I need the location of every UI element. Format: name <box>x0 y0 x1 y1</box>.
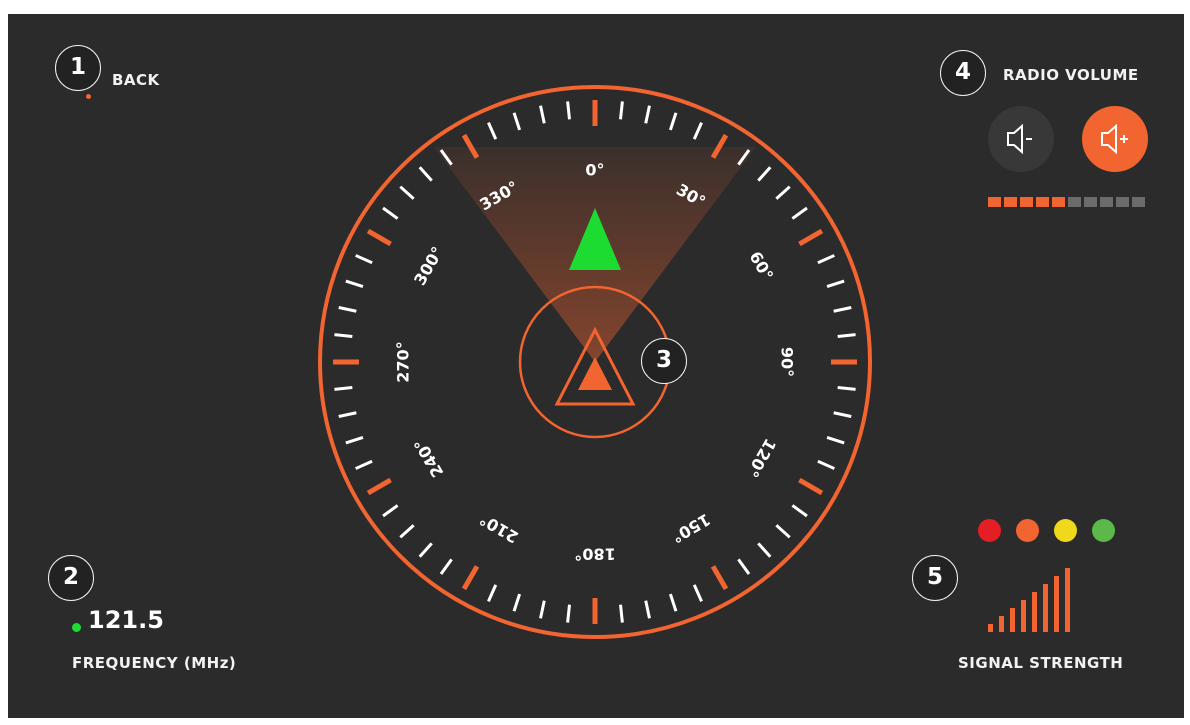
compass-major-tick <box>461 565 480 591</box>
badge-4: 4 <box>940 50 986 96</box>
compass-minor-tick <box>345 435 364 445</box>
compass-major-tick <box>798 228 824 247</box>
compass-minor-tick <box>345 279 364 289</box>
heading-label: 120° <box>743 435 780 480</box>
signal-led <box>1092 519 1115 542</box>
signal-bar <box>1043 584 1048 632</box>
compass-minor-tick <box>817 459 835 470</box>
compass-minor-tick <box>791 504 808 518</box>
volume-down-button[interactable] <box>988 106 1054 172</box>
compass-minor-tick <box>644 105 651 124</box>
signal-bar <box>1054 576 1059 632</box>
compass-minor-tick <box>668 112 678 131</box>
signal-led <box>1016 519 1039 542</box>
volume-segment <box>1084 197 1097 207</box>
signal-strength-label: SIGNAL STRENGTH <box>958 654 1124 672</box>
heading-label: 90° <box>778 347 797 377</box>
compass-minor-tick <box>487 584 498 602</box>
compass-minor-tick <box>668 593 678 612</box>
compass-minor-tick <box>338 411 357 418</box>
compass-minor-tick <box>418 166 433 182</box>
speaker-plus-icon <box>1101 123 1128 155</box>
compass-minor-tick <box>539 600 546 619</box>
badge-3: 3 <box>641 338 687 384</box>
compass-minor-tick <box>692 584 703 602</box>
signal-led <box>1054 519 1077 542</box>
compass-minor-tick <box>355 459 373 470</box>
volume-up-button[interactable] <box>1082 106 1148 172</box>
compass-minor-tick <box>692 122 703 140</box>
heading-label: 300° <box>410 243 447 288</box>
compass-minor-tick <box>382 504 399 518</box>
compass-major-tick <box>366 228 392 247</box>
compass-minor-tick <box>566 101 571 120</box>
compass-minor-tick <box>837 386 856 391</box>
compass-major-tick <box>366 477 392 496</box>
compass-minor-tick <box>512 593 522 612</box>
volume-segment <box>988 197 1001 207</box>
compass-minor-tick <box>418 542 433 558</box>
heading-label: 0° <box>585 161 604 180</box>
compass-minor-tick <box>487 122 498 140</box>
volume-segment <box>1116 197 1129 207</box>
compass-minor-tick <box>399 524 415 539</box>
compass-minor-tick <box>826 279 845 289</box>
compass-minor-tick <box>338 306 357 313</box>
volume-segment <box>1052 197 1065 207</box>
compass-major-tick <box>710 565 729 591</box>
compass-minor-tick <box>539 105 546 124</box>
speaker-minus-icon <box>1007 123 1032 155</box>
compass-minor-tick <box>439 558 453 575</box>
position-triangle-icon <box>578 357 612 390</box>
heading-label: 180° <box>574 545 615 564</box>
compass-minor-tick <box>399 185 415 200</box>
compass-minor-tick <box>619 604 624 623</box>
compass-minor-tick <box>775 185 791 200</box>
volume-segment <box>1100 197 1113 207</box>
heading-label: 240° <box>410 435 447 480</box>
heading-label: 150° <box>668 510 713 547</box>
compass-minor-tick <box>775 524 791 539</box>
signal-bar <box>1021 600 1026 632</box>
compass-minor-tick <box>817 254 835 265</box>
compass-minor-tick <box>757 166 772 182</box>
volume-segment <box>1068 197 1081 207</box>
radio-volume-label: RADIO VOLUME <box>1003 66 1139 84</box>
compass-minor-tick <box>566 604 571 623</box>
compass-minor-tick <box>833 411 852 418</box>
volume-segment <box>1020 197 1033 207</box>
signal-bar <box>999 616 1004 632</box>
volume-segment <box>1004 197 1017 207</box>
signal-bar <box>1010 608 1015 632</box>
signal-strength-bars <box>988 568 1110 632</box>
compass-minor-tick <box>355 254 373 265</box>
compass-minor-tick <box>837 333 856 338</box>
compass-minor-tick <box>334 333 353 338</box>
heading-label: 60° <box>745 248 777 284</box>
compass-minor-tick <box>826 435 845 445</box>
badge-5: 5 <box>912 555 958 601</box>
volume-segment <box>1036 197 1049 207</box>
compass-minor-tick <box>512 112 522 131</box>
signal-led <box>978 519 1001 542</box>
compass-minor-tick <box>757 542 772 558</box>
volume-level-meter <box>988 197 1145 207</box>
heading-label: 270° <box>394 341 413 382</box>
signal-bar <box>1032 592 1037 632</box>
compass-minor-tick <box>833 306 852 313</box>
compass-minor-tick <box>382 206 399 220</box>
compass-major-tick <box>798 477 824 496</box>
compass-minor-tick <box>644 600 651 619</box>
volume-segment <box>1132 197 1145 207</box>
signal-bar <box>988 624 993 632</box>
heading-label: 210° <box>476 510 521 547</box>
compass-minor-tick <box>737 558 751 575</box>
compass-minor-tick <box>619 101 624 120</box>
signal-bar <box>1065 568 1070 632</box>
compass-minor-tick <box>791 206 808 220</box>
compass-minor-tick <box>334 386 353 391</box>
